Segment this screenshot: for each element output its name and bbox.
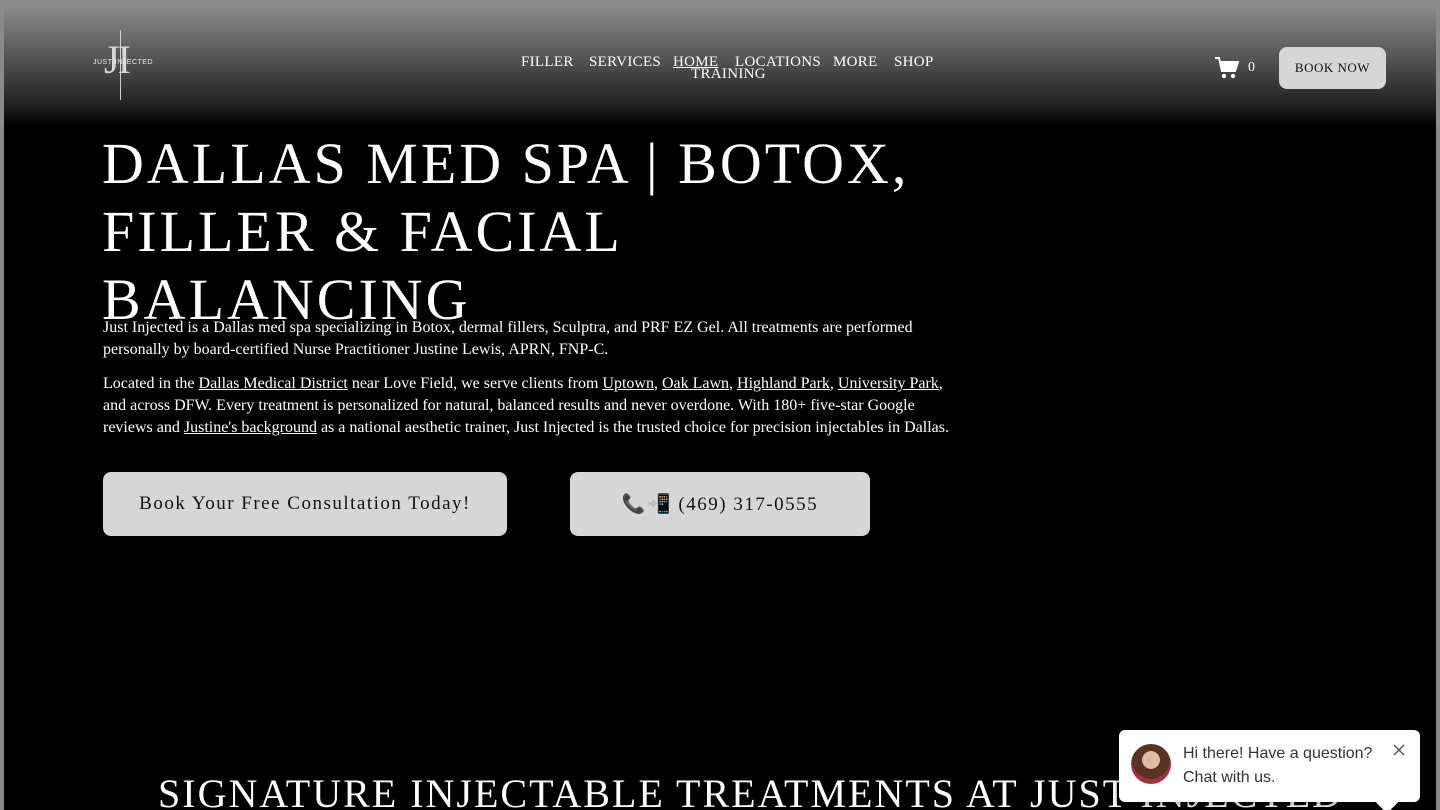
logo-wordmark: JUST INJECTED	[92, 59, 154, 66]
close-icon[interactable]	[1391, 742, 1407, 758]
intro-paragraph: Just Injected is a Dallas med spa specia…	[103, 319, 913, 358]
nav-training[interactable]: TRAINING	[691, 66, 766, 83]
logo[interactable]: JI JUST INJECTED	[90, 30, 156, 102]
location-paragraph: Located in the Dallas Medical District n…	[103, 373, 963, 439]
chat-message: Hi there! Have a question? Chat with us.	[1183, 745, 1373, 786]
chat-widget[interactable]: Hi there! Have a question? Chat with us.	[1119, 730, 1420, 810]
title-line-2: FILLER & FACIAL BALANCING	[102, 199, 621, 332]
cart-button[interactable]: 0	[1214, 54, 1264, 82]
cart-icon	[1215, 57, 1240, 79]
link-dallas-medical-district[interactable]: Dallas Medical District	[199, 375, 348, 392]
p2-text-1: Located in the	[103, 375, 199, 392]
main-nav: FILLER SERVICES HOME LOCATIONS MORE SHOP…	[512, 54, 942, 94]
nav-shop[interactable]: SHOP	[894, 54, 934, 71]
cart-count: 0	[1248, 60, 1255, 75]
title-line-1: DALLAS MED SPA | BOTOX,	[102, 131, 910, 196]
page-title: DALLAS MED SPA | BOTOX, FILLER & FACIAL …	[102, 130, 1002, 334]
agent-avatar	[1131, 744, 1171, 784]
call-phone-button[interactable]: 📞📲 (469) 317-0555	[570, 472, 870, 536]
p2-sep-3: ,	[829, 375, 838, 392]
chat-bubble-tail	[1375, 790, 1399, 810]
site-header: JI JUST INJECTED FILLER SERVICES HOME LO…	[4, 4, 1436, 126]
link-highland-park[interactable]: Highland Park	[737, 375, 830, 392]
p2-text-4: as a national aesthetic trainer, Just In…	[316, 419, 949, 436]
nav-filler[interactable]: FILLER	[521, 54, 574, 71]
book-now-button[interactable]: BOOK NOW	[1279, 47, 1386, 89]
book-consultation-button[interactable]: Book Your Free Consultation Today!	[103, 472, 507, 536]
link-uptown[interactable]: Uptown	[602, 375, 654, 392]
nav-more[interactable]: MORE	[833, 54, 878, 71]
link-oak-lawn[interactable]: Oak Lawn	[662, 375, 729, 392]
p2-text-2: near Love Field, we serve clients from	[347, 375, 603, 392]
p2-sep-2: ,	[729, 375, 738, 392]
p2-sep-1: ,	[653, 375, 662, 392]
link-university-park[interactable]: University Park	[838, 375, 939, 392]
link-justines-background[interactable]: Justine's background	[184, 419, 317, 436]
nav-services[interactable]: SERVICES	[589, 54, 661, 71]
